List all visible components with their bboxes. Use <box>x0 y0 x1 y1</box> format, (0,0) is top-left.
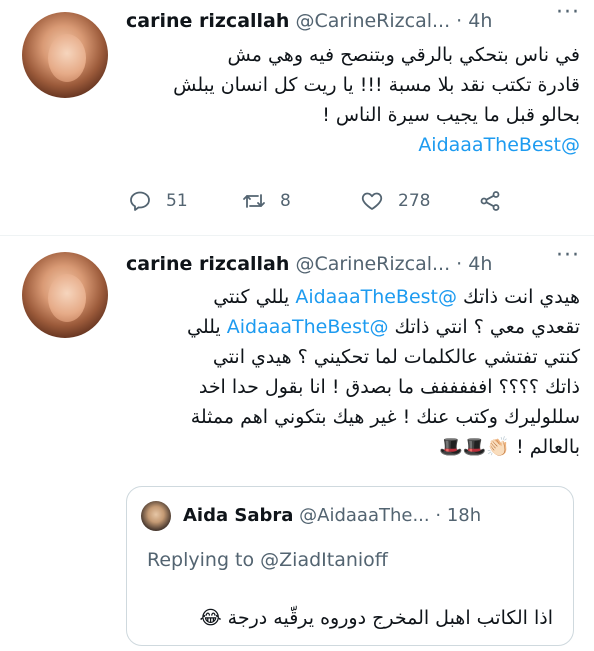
more-options-icon[interactable]: ··· <box>556 243 580 268</box>
retweet-count: 8 <box>280 191 291 211</box>
quoted-tweet-header: Aida Sabra @AidaaaThe... · 18h <box>183 501 559 531</box>
tweet-text-line: قادرة تكتب نقد بلا مسبة !!! يا ريت كل ان… <box>173 74 580 96</box>
share-button[interactable] <box>478 185 516 217</box>
tweet-text: هيدي انت ذاتك @AidaaaTheBest يللي كنتي ت… <box>126 282 580 462</box>
quoted-timestamp: 18h <box>446 505 482 526</box>
replying-to: Replying to @ZiadItanioff <box>147 549 388 571</box>
separator: · <box>456 10 463 32</box>
quoted-author-name: Aida Sabra <box>183 505 294 526</box>
timestamp[interactable]: 4h <box>468 253 492 275</box>
timestamp[interactable]: 4h <box>468 10 492 32</box>
author-handle[interactable]: @CarineRizcal... <box>295 253 450 275</box>
tweet-text-line: بالعالم ! 👏🏻🎩🎩 <box>439 436 580 458</box>
tweet-header: carine rizcallah @CarineRizcal... · 4h <box>126 6 582 36</box>
tweet-text-line: ذاتك ؟؟؟؟ افففففف ما بصدق ! انا بقول حدا… <box>198 376 580 398</box>
reply-icon <box>130 191 150 211</box>
more-options-icon[interactable]: ··· <box>556 0 580 25</box>
text-segment: يللي <box>187 316 227 338</box>
tweet-text-line: تقعدي معي ؟ انتي ذاتك @AidaaaTheBest يلل… <box>126 312 580 342</box>
tweet-header: carine rizcallah @CarineRizcal... · 4h <box>126 249 582 279</box>
quoted-author-avatar[interactable] <box>141 501 171 531</box>
separator: · <box>456 253 463 275</box>
like-count: 278 <box>398 191 431 211</box>
retweet-icon <box>243 194 265 208</box>
retweet-button[interactable]: 8 <box>242 185 291 217</box>
quoted-author-handle: @AidaaaThe... <box>299 505 430 526</box>
tweet-text-line: في ناس بتحكي بالرقي وبتنصح فيه وهي مش <box>227 44 580 66</box>
separator: · <box>435 505 442 526</box>
quoted-tweet[interactable]: Aida Sabra @AidaaaThe... · 18h Replying … <box>126 486 574 646</box>
tweet-text-line: بحالو قبل ما يجيب سيرة الناس ! <box>322 104 580 126</box>
text-segment: هيدي انت ذاتك <box>457 286 580 308</box>
text-segment: تقعدي معي ؟ انتي ذاتك <box>388 316 580 338</box>
tweet[interactable]: carine rizcallah @CarineRizcal... · 4h ·… <box>0 0 594 236</box>
tweet-text: في ناس بتحكي بالرقي وبتنصح فيه وهي مش قا… <box>126 40 580 160</box>
author-name[interactable]: carine rizcallah <box>126 10 289 32</box>
text-segment: يللي كنتي <box>213 286 296 308</box>
tweet-text-line: كنتي تفتشي عالكلمات لما تحكيني ؟ هيدي ان… <box>212 346 580 368</box>
mention-link[interactable]: @AidaaaTheBest <box>126 130 580 160</box>
author-avatar[interactable] <box>22 252 108 338</box>
mention-link[interactable]: @AidaaaTheBest <box>227 316 389 338</box>
author-avatar[interactable] <box>22 12 108 98</box>
tweet-actions: 51 8 278 <box>120 185 540 217</box>
heart-icon <box>361 192 383 210</box>
like-button[interactable]: 278 <box>360 185 430 217</box>
reply-count: 51 <box>166 191 188 211</box>
tweet-text-line: سللوليرك وكتب عنك ! غير هيك بتكوني اهم م… <box>190 406 580 428</box>
share-icon <box>480 191 500 211</box>
mention-link[interactable]: @AidaaaTheBest <box>295 286 457 308</box>
quoted-tweet-text: اذا الكاتب اهبل المخرج دوروه يرقّيه درجة… <box>199 607 553 629</box>
reply-button[interactable]: 51 <box>128 185 188 217</box>
author-handle[interactable]: @CarineRizcal... <box>295 10 450 32</box>
author-name[interactable]: carine rizcallah <box>126 253 289 275</box>
tweet-text-line: هيدي انت ذاتك @AidaaaTheBest يللي كنتي <box>126 282 580 312</box>
